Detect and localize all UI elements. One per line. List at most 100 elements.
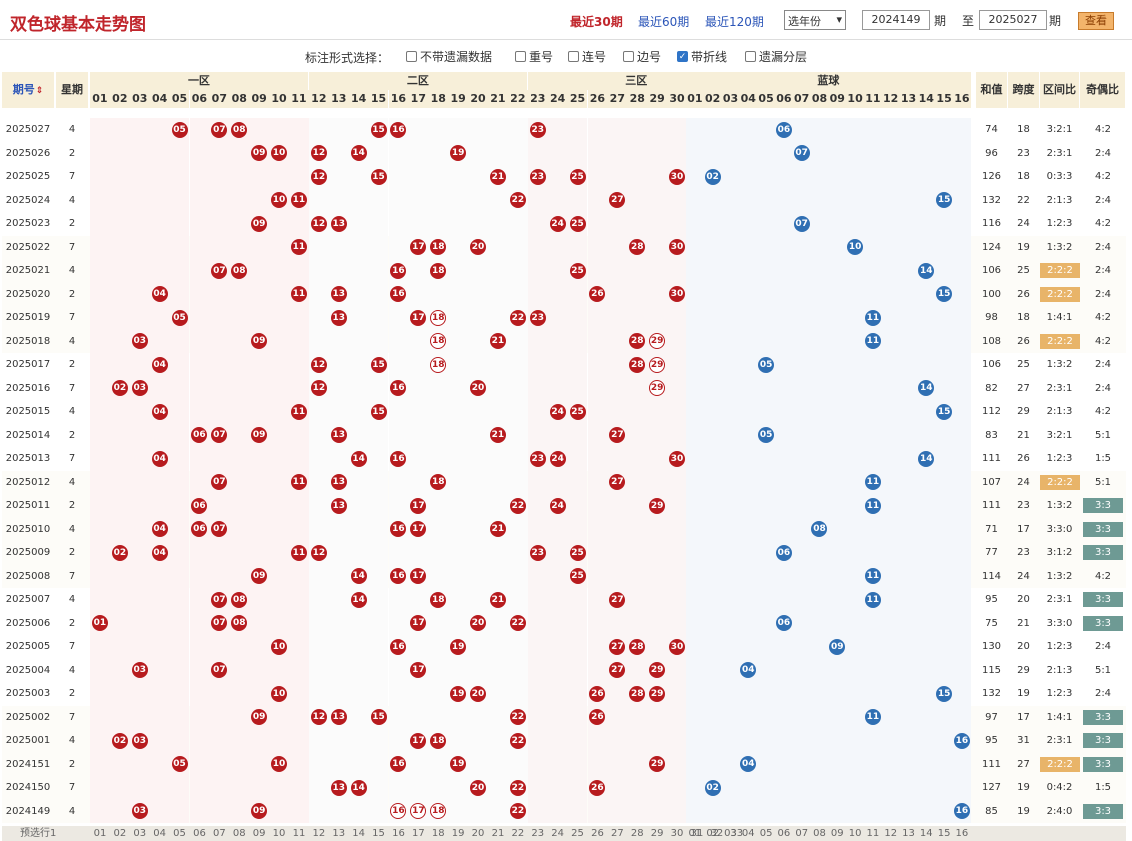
- red-cell: [388, 611, 409, 635]
- preselect-blue-number[interactable]: 10: [846, 826, 864, 841]
- option-5[interactable]: 遗漏分层: [745, 48, 807, 65]
- preselect-red-number[interactable]: 03: [130, 826, 150, 841]
- range-link-60[interactable]: 最近60期: [638, 13, 689, 30]
- option-checkbox[interactable]: [745, 51, 756, 62]
- blue-cell: [775, 447, 793, 471]
- preselect-blue-number[interactable]: 04: [739, 826, 757, 841]
- to-issue-input[interactable]: 2025027: [979, 10, 1047, 30]
- preselect-red-number[interactable]: 21: [488, 826, 508, 841]
- red-cell: [368, 588, 389, 612]
- preselect-red-number[interactable]: 07: [209, 826, 229, 841]
- preselect-blue-number[interactable]: 05: [757, 826, 775, 841]
- preselect-red-number[interactable]: 20: [468, 826, 488, 841]
- option-checkbox[interactable]: [623, 51, 634, 62]
- preselect-red-number[interactable]: 10: [269, 826, 289, 841]
- option-checkbox[interactable]: [515, 51, 526, 62]
- preselect-red-number[interactable]: 06: [190, 826, 210, 841]
- blue-cell: [757, 235, 775, 259]
- blue-cell: 15: [935, 400, 953, 424]
- red-cell: [289, 729, 309, 753]
- preselect-red-number[interactable]: 02: [110, 826, 130, 841]
- preselect-red-number[interactable]: 25: [568, 826, 588, 841]
- preselect-blue-number[interactable]: 16: [953, 826, 971, 841]
- preselect-blue-number[interactable]: 01: [686, 826, 704, 841]
- red-cell: [468, 282, 488, 306]
- red-cell: 09: [249, 423, 270, 447]
- preselect-red-number[interactable]: 26: [588, 826, 608, 841]
- preselect-red-number[interactable]: 19: [448, 826, 468, 841]
- issue-cell: 2025009: [5, 547, 51, 558]
- preselect-red-number[interactable]: 30: [667, 826, 687, 841]
- red-cell: [169, 188, 190, 212]
- preselect-blue-number[interactable]: 03: [722, 826, 740, 841]
- check-button[interactable]: 查看: [1078, 12, 1114, 30]
- red-cell: 13: [328, 776, 349, 800]
- option-4[interactable]: ✓ 带折线: [677, 48, 727, 65]
- red-cell: [229, 188, 250, 212]
- blue-cell: [899, 165, 918, 189]
- blue-cell: [686, 259, 704, 283]
- from-issue-input[interactable]: 2024149: [862, 10, 930, 30]
- preselect-red-number[interactable]: 15: [369, 826, 389, 841]
- preselect-red-number[interactable]: 13: [329, 826, 349, 841]
- option-0[interactable]: 不带遗漏数据: [406, 48, 492, 65]
- red-cell: [169, 682, 190, 706]
- preselect-red-number[interactable]: 05: [170, 826, 190, 841]
- red-cell: [308, 470, 329, 494]
- red-cell: [468, 470, 488, 494]
- red-cell: [547, 729, 568, 753]
- preselect-blue-number[interactable]: 06: [775, 826, 793, 841]
- preselect-red-number[interactable]: 11: [289, 826, 309, 841]
- preselect-blue-number[interactable]: 08: [811, 826, 829, 841]
- blue-cell: [864, 212, 882, 236]
- red-cell: [149, 118, 170, 142]
- option-checkbox[interactable]: [406, 51, 417, 62]
- preselect-red-number[interactable]: 14: [349, 826, 369, 841]
- red-cell: [647, 776, 668, 800]
- preselect-red-number[interactable]: 24: [548, 826, 568, 841]
- option-checkbox[interactable]: [568, 51, 579, 62]
- blue-cell: [917, 682, 936, 706]
- year-select[interactable]: 选年份 ▾: [784, 10, 846, 30]
- preselect-blue-number[interactable]: 13: [900, 826, 918, 841]
- preselect-red-number[interactable]: 16: [389, 826, 409, 841]
- odd-cell: 1:5: [1080, 447, 1126, 471]
- option-2[interactable]: 连号: [568, 48, 606, 65]
- option-checkbox[interactable]: ✓: [677, 51, 688, 62]
- preselect-red-number[interactable]: 12: [309, 826, 329, 841]
- red-cell: [587, 212, 608, 236]
- blue-ball: 08: [811, 521, 828, 537]
- preselect-blue-number[interactable]: 07: [793, 826, 811, 841]
- red-cell: [209, 447, 230, 471]
- sort-arrows-icon[interactable]: ⇕: [36, 86, 44, 96]
- preselect-blue-number[interactable]: 15: [935, 826, 953, 841]
- preselect-blue-number[interactable]: 14: [917, 826, 935, 841]
- blue-cell: [703, 682, 722, 706]
- red-cell: [388, 470, 409, 494]
- option-3[interactable]: 边号: [623, 48, 661, 65]
- range-link-120[interactable]: 最近120期: [705, 13, 764, 30]
- preselect-blue-number[interactable]: 02: [704, 826, 722, 841]
- preselect-red-number[interactable]: 28: [627, 826, 647, 841]
- preselect-red-number[interactable]: 04: [150, 826, 170, 841]
- range-link-30[interactable]: 最近30期: [570, 13, 623, 30]
- blue-cell: [775, 799, 793, 823]
- red-cell: [129, 282, 150, 306]
- preselect-red-number[interactable]: 01: [90, 826, 110, 841]
- preselect-red-number[interactable]: 08: [229, 826, 249, 841]
- option-1[interactable]: 重号: [515, 48, 553, 65]
- preselect-blue-number[interactable]: 11: [864, 826, 882, 841]
- preselect-red-number[interactable]: 23: [528, 826, 548, 841]
- preselect-blue-number[interactable]: 12: [882, 826, 900, 841]
- preselect-red-number[interactable]: 29: [647, 826, 667, 841]
- preselect-red-number[interactable]: 17: [408, 826, 428, 841]
- red-cell: [587, 141, 608, 165]
- preselect-red-number[interactable]: 27: [607, 826, 627, 841]
- preselect-red-number[interactable]: 22: [508, 826, 528, 841]
- preselect-blue-number[interactable]: 09: [828, 826, 846, 841]
- red-cell: [308, 752, 329, 776]
- blue-cell: [739, 494, 758, 518]
- red-cell: [308, 329, 329, 353]
- preselect-red-number[interactable]: 09: [249, 826, 269, 841]
- preselect-red-number[interactable]: 18: [428, 826, 448, 841]
